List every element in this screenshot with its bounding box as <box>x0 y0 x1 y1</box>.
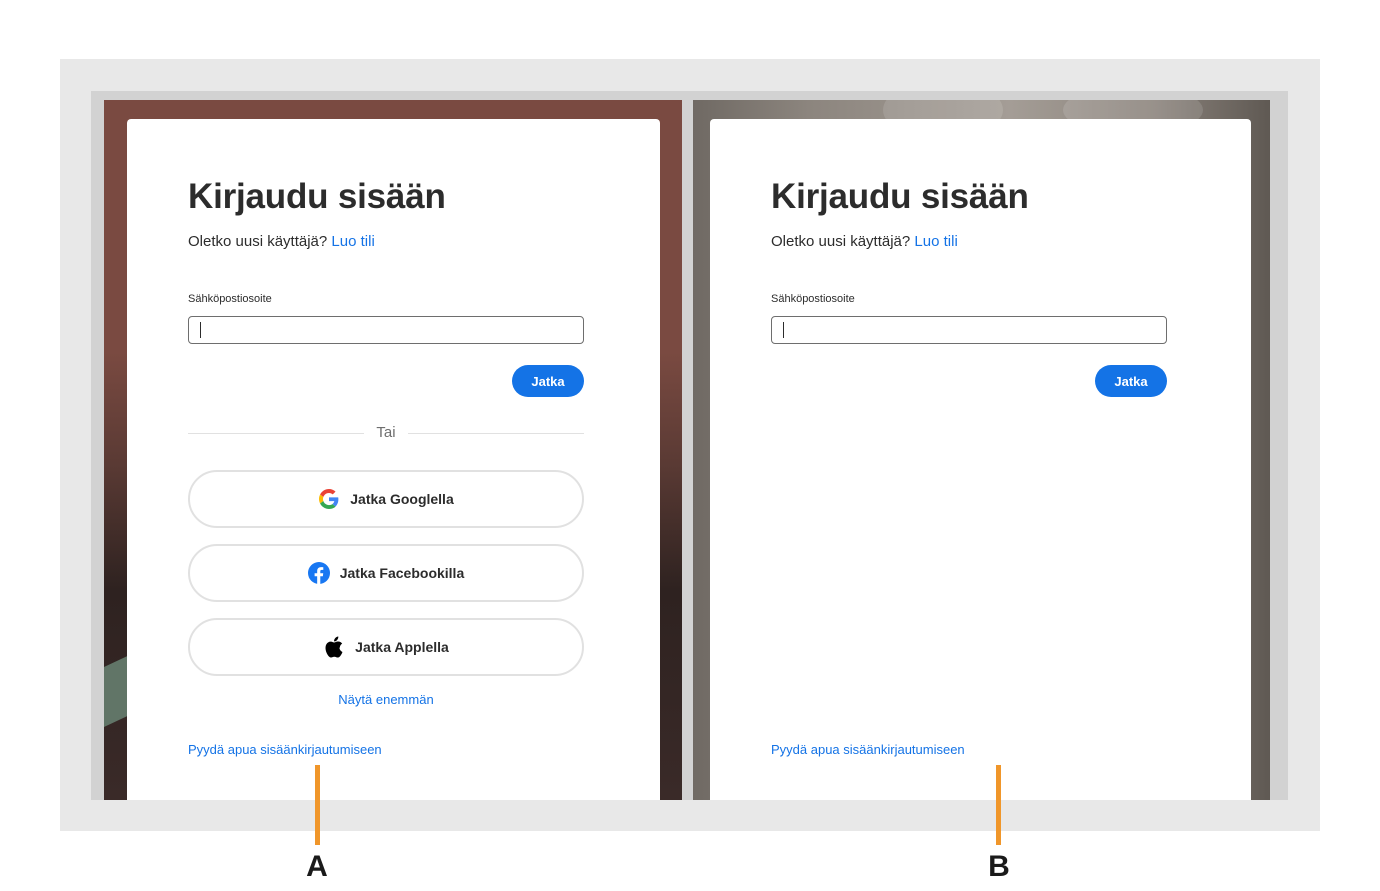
google-icon <box>318 488 340 510</box>
email-field[interactable] <box>771 316 1167 344</box>
text-cursor <box>200 322 201 338</box>
page-title: Kirjaudu sisään <box>771 177 1029 216</box>
sign-in-card-a: Kirjaudu sisään Oletko uusi käyttäjä? Lu… <box>127 119 660 800</box>
apple-icon <box>323 636 345 658</box>
text-cursor <box>783 322 784 338</box>
email-field[interactable] <box>188 316 584 344</box>
email-label: Sähköpostiosoite <box>188 293 272 305</box>
google-button-label: Jatka Googlella <box>350 491 454 507</box>
new-user-prompt: Oletko uusi käyttäjä? <box>771 233 911 250</box>
sign-in-help-link[interactable]: Pyydä apua sisäänkirjautumiseen <box>188 742 382 757</box>
facebook-icon <box>307 562 330 584</box>
continue-with-apple-button[interactable]: Jatka Applella <box>188 618 584 676</box>
callout-line-a <box>315 765 320 845</box>
continue-with-facebook-button[interactable]: Jatka Facebookilla <box>188 544 584 602</box>
new-user-prompt: Oletko uusi käyttäjä? <box>188 233 328 250</box>
divider-text: Tai <box>376 424 396 441</box>
show-more-link[interactable]: Näytä enemmän <box>188 692 584 707</box>
or-divider: Tai <box>188 421 584 445</box>
continue-button[interactable]: Jatka <box>1095 365 1167 397</box>
callout-line-b <box>996 765 1001 845</box>
divider-line <box>408 433 584 434</box>
callout-label-a: A <box>306 850 328 883</box>
divider-line <box>188 433 364 434</box>
continue-button[interactable]: Jatka <box>512 365 584 397</box>
email-label: Sähköpostiosoite <box>771 293 855 305</box>
callout-label-b: B <box>988 850 1010 883</box>
sign-in-help-link[interactable]: Pyydä apua sisäänkirjautumiseen <box>771 742 965 757</box>
create-account-link[interactable]: Luo tili <box>914 233 957 250</box>
sign-in-card-b: Kirjaudu sisään Oletko uusi käyttäjä? Lu… <box>710 119 1251 800</box>
page-title: Kirjaudu sisään <box>188 177 446 216</box>
continue-with-google-button[interactable]: Jatka Googlella <box>188 470 584 528</box>
facebook-button-label: Jatka Facebookilla <box>339 565 465 581</box>
apple-button-label: Jatka Applella <box>355 639 449 655</box>
new-user-line: Oletko uusi käyttäjä? Luo tili <box>771 233 958 250</box>
create-account-link[interactable]: Luo tili <box>331 233 374 250</box>
new-user-line: Oletko uusi käyttäjä? Luo tili <box>188 233 375 250</box>
